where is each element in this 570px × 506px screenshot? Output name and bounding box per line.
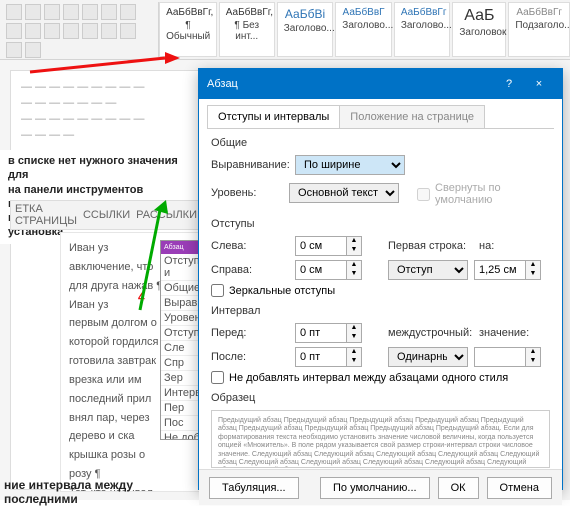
spin-down-icon[interactable]: ▼: [347, 246, 361, 255]
paragraph-icons[interactable]: [6, 4, 152, 58]
noadd-checkbox[interactable]: [211, 371, 224, 384]
annotation-number: 4: [138, 290, 145, 304]
paragraph-dialog: Абзац ? × Отступы и интервалы Положение …: [198, 68, 563, 490]
style-h2[interactable]: АаБбВвГЗаголово...: [335, 2, 392, 57]
ribbon: Абзац ↘ АаБбВвГг,¶ Обычный АаБбВвГг,¶ Бе…: [0, 0, 570, 60]
tab-position[interactable]: Положение на странице: [339, 105, 485, 128]
cancel-button[interactable]: Отмена: [487, 477, 552, 499]
mirror-checkbox[interactable]: [211, 284, 224, 297]
before-label: Перед:: [211, 327, 289, 339]
by-label: на:: [479, 240, 503, 252]
alignment-select[interactable]: По ширине: [295, 155, 405, 175]
before-input[interactable]: [295, 323, 347, 343]
right-indent-input[interactable]: [295, 260, 347, 280]
close-button[interactable]: ×: [524, 69, 554, 99]
style-title[interactable]: АаБЗаголовок: [452, 2, 506, 57]
spin-up-icon[interactable]: ▲: [347, 237, 361, 246]
after-label: После:: [211, 351, 289, 363]
group-spacing: Интервал Перед: ▲▼ междустрочный: значен…: [211, 305, 550, 384]
dialog-title: Абзац: [207, 78, 238, 90]
left-indent-input[interactable]: [295, 236, 347, 256]
linespacing-select[interactable]: Одинарный: [388, 347, 468, 367]
firstline-select[interactable]: Отступ: [388, 260, 468, 280]
value-label: значение:: [479, 327, 529, 339]
style-h3[interactable]: АаБбВвГгЗаголово...: [394, 2, 451, 57]
style-normal[interactable]: АаБбВвГг,¶ Обычный: [159, 2, 217, 57]
tabs-button[interactable]: Табуляция...: [209, 477, 299, 499]
preview-box: Предыдущий абзац Предыдущий абзац Предыд…: [211, 410, 550, 468]
group-general: Общие Выравнивание: По ширине Уровень: О…: [211, 137, 550, 210]
linespacing-label: междустрочный:: [388, 327, 473, 339]
alignment-label: Выравнивание:: [211, 159, 289, 171]
style-h1[interactable]: АаБбВіЗаголово...: [277, 2, 334, 57]
dialog-tabs: Отступы и интервалы Положение на страниц…: [207, 105, 554, 129]
collapse-checkbox: [417, 188, 430, 201]
ok-button[interactable]: ОК: [438, 477, 479, 499]
level-select[interactable]: Основной текст: [289, 183, 399, 203]
after-input[interactable]: [295, 347, 347, 367]
dialog-titlebar[interactable]: Абзац ? ×: [199, 69, 562, 99]
firstline-label: Первая строка:: [388, 240, 473, 252]
left-indent-label: Слева:: [211, 240, 289, 252]
default-button[interactable]: По умолчанию...: [320, 477, 430, 499]
value-input[interactable]: [474, 347, 526, 367]
style-nospacing[interactable]: АаБбВвГг,¶ Без инт...: [219, 2, 275, 57]
tab-indents[interactable]: Отступы и интервалы: [207, 105, 340, 128]
group-indent: Отступы Слева: ▲▼ Первая строка: на: Спр…: [211, 218, 550, 297]
article-footer: ние интервала между последними: [0, 478, 200, 506]
style-gallery[interactable]: АаБбВвГг,¶ Обычный АаБбВвГг,¶ Без инт...…: [159, 2, 570, 57]
by-input[interactable]: [474, 260, 526, 280]
nested-ribbon: ЕТКА СТРАНИЦЫССЫЛКИРАССЫЛКИРЕЦЕНЗИРОВАНИ…: [10, 200, 200, 230]
right-indent-label: Справа:: [211, 264, 289, 276]
level-label: Уровень:: [211, 187, 283, 199]
help-button[interactable]: ?: [494, 69, 524, 99]
style-subtitle[interactable]: АаБбВвГгПодзаголо...: [508, 2, 570, 57]
group-preview: Образец Предыдущий абзац Предыдущий абза…: [211, 392, 550, 468]
